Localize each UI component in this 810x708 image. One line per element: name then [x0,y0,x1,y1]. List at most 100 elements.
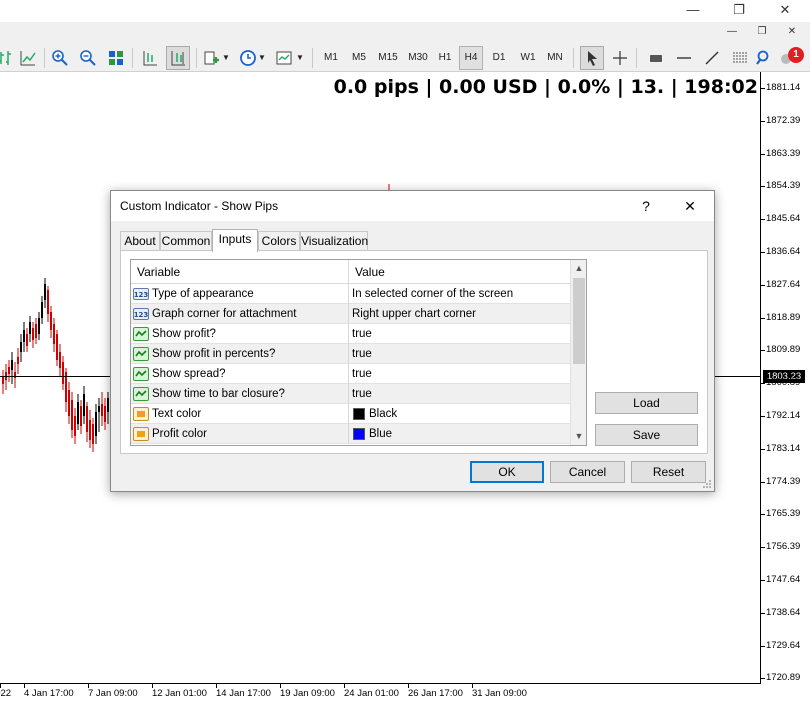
cancel-button[interactable]: Cancel [550,461,625,483]
child-restore-button[interactable]: ❐ [750,22,774,44]
help-button[interactable]: ? [633,195,659,217]
candle-body [83,394,85,416]
timeframe-h4[interactable]: H4 [459,46,483,70]
grid-row[interactable]: Show spread? true [131,364,570,384]
value-cell[interactable]: In selected corner of the screen [349,284,570,304]
tab-about[interactable]: About [120,231,160,251]
timeframe-h1[interactable]: H1 [434,46,456,70]
horizontal-line-button[interactable] [672,46,696,70]
templates-button[interactable] [272,46,296,70]
variable-cell[interactable]: 123 Type of appearance [131,284,349,304]
grid-scrollbar[interactable]: ▲ ▼ [570,260,586,445]
value-cell[interactable]: Black [349,404,570,424]
scroll-down-button[interactable]: ▼ [571,428,586,445]
inputs-tab-panel: Variable Value 123 Type of appearance In s… [120,250,708,454]
scrollbar-thumb[interactable] [573,278,585,364]
zoom-in-button[interactable] [48,46,72,70]
boolean-param-icon [133,326,149,342]
fibonacci-button[interactable] [728,46,752,70]
tab-colors[interactable]: Colors [258,231,300,251]
grid-row[interactable]: 123 Type of appearance In selected corner … [131,284,570,304]
chart-shift-button[interactable] [138,46,162,70]
timeframe-w1[interactable]: W1 [516,46,540,70]
price-label: 1827.64 [766,278,801,290]
close-icon: ✕ [684,198,696,214]
candle-body [56,334,58,360]
line-chart-button[interactable] [16,46,40,70]
grid-row[interactable]: 123 Graph corner for attachment Right uppe… [131,304,570,324]
price-label: 1765.39 [766,508,801,520]
grid-row[interactable]: Show profit? true [131,324,570,344]
load-button[interactable]: Load [595,392,698,414]
scroll-up-button[interactable]: ▲ [571,260,586,277]
price-tick [761,219,765,221]
ok-button[interactable]: OK [470,461,544,483]
variable-cell[interactable]: Show spread? [131,364,349,384]
time-label: 7 Jan 09:00 [88,688,138,699]
variable-name: Show time to bar closure? [152,388,285,400]
child-close-button[interactable]: ✕ [780,22,804,44]
autoscroll-icon [171,51,185,66]
candle-body [14,372,16,378]
timeframe-mn[interactable]: MN [543,46,567,70]
restore-button[interactable]: ❐ [716,0,762,22]
zoom-out-button[interactable] [76,46,100,70]
value-cell[interactable]: Blue [349,424,570,444]
clock-icon [240,50,256,66]
crosshair-button[interactable] [608,46,632,70]
variable-name: Graph corner for attachment [152,308,297,320]
timeframe-d1[interactable]: D1 [488,46,510,70]
search-button[interactable] [752,46,776,70]
value-cell[interactable]: true [349,364,570,384]
periodicity-dropdown[interactable]: ▼ [258,46,266,70]
variable-cell[interactable]: Profit color [131,424,349,444]
price-tick [761,317,765,319]
column-header-variable[interactable]: Variable [131,260,349,284]
dialog-close-button[interactable]: ✕ [677,195,703,217]
grid-row[interactable]: Text color Black [131,404,570,424]
grid-row[interactable]: Show profit in percents? true [131,344,570,364]
timeframe-m1[interactable]: M1 [318,46,344,70]
timeframe-m15[interactable]: M15 [374,46,402,70]
minimize-button[interactable]: — [670,0,716,22]
close-window-button[interactable]: ✕ [762,0,808,22]
chart-shift-icon [143,51,157,66]
resize-grip-icon[interactable] [702,479,712,489]
value-cell[interactable]: true [349,384,570,404]
candle-body [38,318,40,334]
grid-row[interactable]: Show time to bar closure? true [131,384,570,404]
timeframe-m5[interactable]: M5 [346,46,372,70]
cursor-button[interactable] [580,46,604,70]
variable-cell[interactable]: Show time to bar closure? [131,384,349,404]
templates-dropdown[interactable]: ▼ [296,46,304,70]
periodicity-button[interactable] [236,46,260,70]
child-minimize-button[interactable]: — [720,22,744,44]
rectangle-tool-button[interactable] [644,46,668,70]
value-cell[interactable]: true [349,324,570,344]
chevron-up-icon: ▲ [574,263,584,273]
tab-common[interactable]: Common [160,231,212,251]
indicators-button[interactable] [200,46,224,70]
color-swatch [353,408,365,420]
timeframe-m30[interactable]: M30 [404,46,432,70]
tile-windows-button[interactable] [104,46,128,70]
variable-cell[interactable]: 123 Graph corner for attachment [131,304,349,324]
column-header-value[interactable]: Value [349,260,570,284]
dialog-title-bar[interactable]: Custom Indicator - Show Pips ? ✕ [111,191,714,221]
variable-cell[interactable]: Show profit in percents? [131,344,349,364]
app-title-bar: — ❐ ✕ [0,0,810,22]
indicators-dropdown[interactable]: ▼ [222,46,230,70]
grid-row[interactable]: Profit color Blue [131,424,570,444]
candle-body [98,406,100,412]
tab-inputs[interactable]: Inputs [212,229,258,252]
variable-cell[interactable]: Show profit? [131,324,349,344]
variable-name: Profit color [152,428,207,440]
variable-cell[interactable]: Text color [131,404,349,424]
autoscroll-button[interactable] [166,46,190,70]
value-cell[interactable]: Right upper chart corner [349,304,570,324]
reset-button[interactable]: Reset [631,461,706,483]
trendline-button[interactable] [700,46,724,70]
tab-visualization[interactable]: Visualization [300,231,368,251]
save-button[interactable]: Save [595,424,698,446]
value-cell[interactable]: true [349,344,570,364]
